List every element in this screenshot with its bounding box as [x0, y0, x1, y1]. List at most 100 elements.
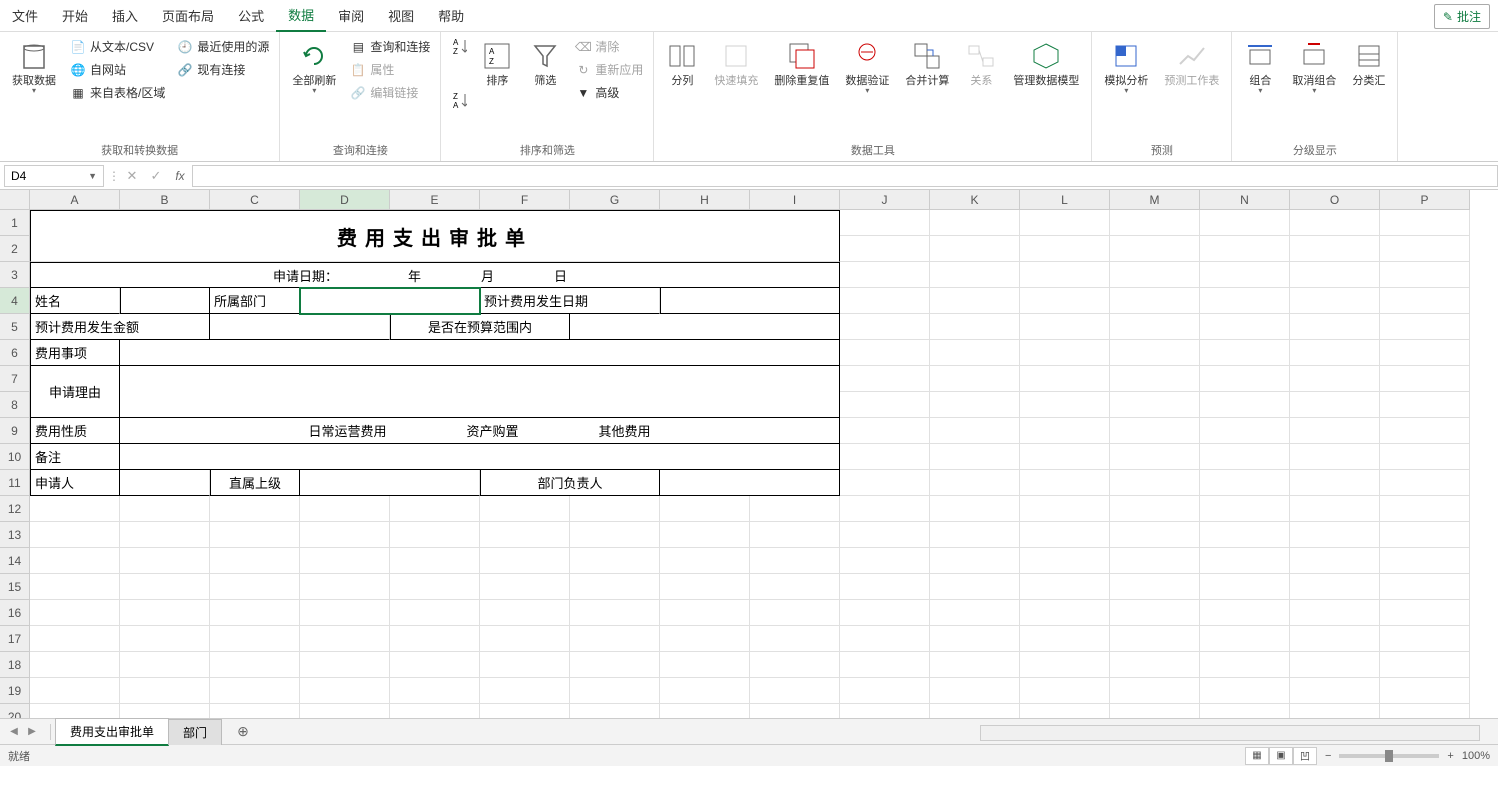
form-edate_v[interactable] — [660, 288, 840, 314]
cell-N15[interactable] — [1200, 574, 1290, 600]
cell-F16[interactable] — [480, 600, 570, 626]
cell-L13[interactable] — [1020, 522, 1110, 548]
cell-O12[interactable] — [1290, 496, 1380, 522]
cell-M4[interactable] — [1110, 288, 1200, 314]
row-header-6[interactable]: 6 — [0, 340, 30, 366]
row-header-19[interactable]: 19 — [0, 678, 30, 704]
form-dept_l[interactable]: 所属部门 — [210, 288, 300, 314]
cell-J9[interactable] — [840, 418, 930, 444]
cell-N7[interactable] — [1200, 366, 1290, 392]
col-header-K[interactable]: K — [930, 190, 1020, 210]
cell-K12[interactable] — [930, 496, 1020, 522]
cell-G15[interactable] — [570, 574, 660, 600]
cell-N14[interactable] — [1200, 548, 1290, 574]
cell-F12[interactable] — [480, 496, 570, 522]
cell-P12[interactable] — [1380, 496, 1470, 522]
col-header-B[interactable]: B — [120, 190, 210, 210]
cell-N2[interactable] — [1200, 236, 1290, 262]
cell-O13[interactable] — [1290, 522, 1380, 548]
row-header-20[interactable]: 20 — [0, 704, 30, 718]
cell-P14[interactable] — [1380, 548, 1470, 574]
cell-O20[interactable] — [1290, 704, 1380, 718]
cell-M13[interactable] — [1110, 522, 1200, 548]
cell-J15[interactable] — [840, 574, 930, 600]
cell-A19[interactable] — [30, 678, 120, 704]
cell-L5[interactable] — [1020, 314, 1110, 340]
cell-B14[interactable] — [120, 548, 210, 574]
cell-D17[interactable] — [300, 626, 390, 652]
cell-O18[interactable] — [1290, 652, 1380, 678]
comment-button[interactable]: ✎批注 — [1434, 4, 1490, 29]
cell-M11[interactable] — [1110, 470, 1200, 496]
cell-P17[interactable] — [1380, 626, 1470, 652]
cell-G17[interactable] — [570, 626, 660, 652]
cell-K2[interactable] — [930, 236, 1020, 262]
form-dept_v[interactable] — [300, 288, 480, 314]
cell-E15[interactable] — [390, 574, 480, 600]
cell-C14[interactable] — [210, 548, 300, 574]
cell-I14[interactable] — [750, 548, 840, 574]
cell-F18[interactable] — [480, 652, 570, 678]
cell-M15[interactable] — [1110, 574, 1200, 600]
cell-K6[interactable] — [930, 340, 1020, 366]
cell-J7[interactable] — [840, 366, 930, 392]
cell-B18[interactable] — [120, 652, 210, 678]
cell-J3[interactable] — [840, 262, 930, 288]
advanced-button[interactable]: ▼高级 — [571, 82, 647, 103]
cell-P13[interactable] — [1380, 522, 1470, 548]
cell-O15[interactable] — [1290, 574, 1380, 600]
recent-sources-button[interactable]: 🕘最近使用的源 — [173, 36, 273, 57]
cell-P20[interactable] — [1380, 704, 1470, 718]
cell-N6[interactable] — [1200, 340, 1290, 366]
tab-prev-button[interactable]: ◀ — [6, 726, 22, 737]
cell-B15[interactable] — [120, 574, 210, 600]
cell-F19[interactable] — [480, 678, 570, 704]
cell-J14[interactable] — [840, 548, 930, 574]
form-nat_l[interactable]: 费用性质 — [30, 418, 120, 444]
menu-page-layout[interactable]: 页面布局 — [150, 0, 226, 31]
cell-K3[interactable] — [930, 262, 1020, 288]
form-bud_l[interactable]: 是否在预算范围内 — [390, 314, 570, 340]
cell-O3[interactable] — [1290, 262, 1380, 288]
cell-I20[interactable] — [750, 704, 840, 718]
cell-F15[interactable] — [480, 574, 570, 600]
cell-N20[interactable] — [1200, 704, 1290, 718]
cell-K7[interactable] — [930, 366, 1020, 392]
queries-conn-button[interactable]: ▤查询和连接 — [346, 36, 434, 57]
cell-B13[interactable] — [120, 522, 210, 548]
col-header-E[interactable]: E — [390, 190, 480, 210]
cell-C16[interactable] — [210, 600, 300, 626]
cell-G19[interactable] — [570, 678, 660, 704]
cell-I19[interactable] — [750, 678, 840, 704]
form-name_l[interactable]: 姓名 — [30, 288, 120, 314]
cell-N3[interactable] — [1200, 262, 1290, 288]
cell-J12[interactable] — [840, 496, 930, 522]
menu-view[interactable]: 视图 — [376, 0, 426, 31]
cell-F14[interactable] — [480, 548, 570, 574]
cell-L3[interactable] — [1020, 262, 1110, 288]
cell-G12[interactable] — [570, 496, 660, 522]
cell-O8[interactable] — [1290, 392, 1380, 418]
col-header-D[interactable]: D — [300, 190, 390, 210]
menu-home[interactable]: 开始 — [50, 0, 100, 31]
fx-button[interactable]: fx — [168, 169, 192, 183]
form-name_v[interactable] — [120, 288, 210, 314]
cell-H18[interactable] — [660, 652, 750, 678]
cell-I18[interactable] — [750, 652, 840, 678]
cell-K18[interactable] — [930, 652, 1020, 678]
cell-I13[interactable] — [750, 522, 840, 548]
cell-M3[interactable] — [1110, 262, 1200, 288]
cell-J17[interactable] — [840, 626, 930, 652]
cell-A13[interactable] — [30, 522, 120, 548]
cell-P6[interactable] — [1380, 340, 1470, 366]
cell-E18[interactable] — [390, 652, 480, 678]
cell-O5[interactable] — [1290, 314, 1380, 340]
cell-E12[interactable] — [390, 496, 480, 522]
formula-input[interactable] — [192, 165, 1498, 187]
cell-N18[interactable] — [1200, 652, 1290, 678]
row-header-5[interactable]: 5 — [0, 314, 30, 340]
cell-H15[interactable] — [660, 574, 750, 600]
cell-L7[interactable] — [1020, 366, 1110, 392]
cell-J13[interactable] — [840, 522, 930, 548]
zoom-thumb[interactable] — [1385, 750, 1393, 762]
